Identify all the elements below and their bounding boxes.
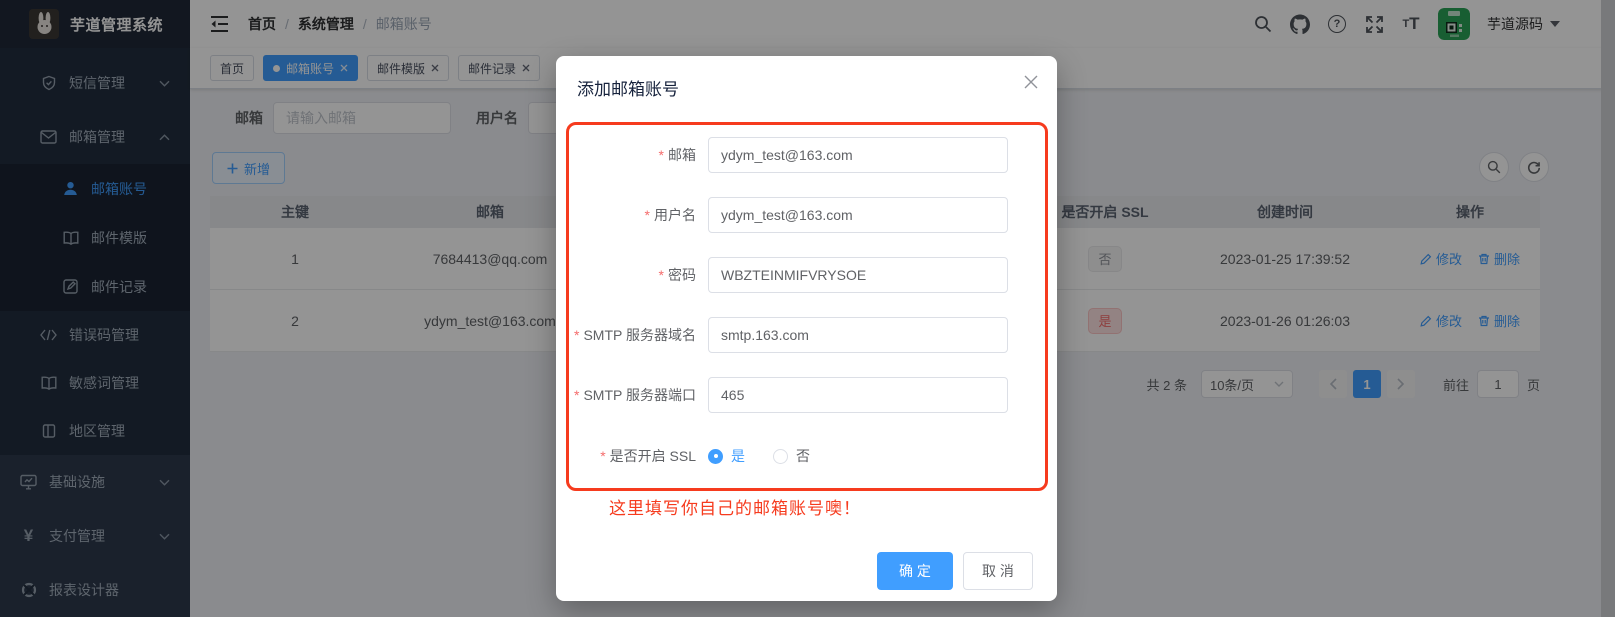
mail-field-input[interactable]: [708, 137, 1008, 173]
mail-field-label: 邮箱: [668, 147, 696, 163]
ssl-field-label: 是否开启 SSL: [610, 448, 696, 464]
radio-unselected-icon: [773, 449, 788, 464]
form-row-ssl: * 是否开启 SSL 是 否: [556, 440, 810, 472]
dialog-title: 添加邮箱账号: [577, 75, 679, 100]
app-root: 芋道管理系统 短信管理 邮箱管理 邮箱账号: [0, 0, 1615, 617]
radio-selected-icon: [708, 449, 723, 464]
smtp-host-field-label: SMTP 服务器域名: [583, 327, 696, 343]
required-marker: *: [659, 147, 664, 163]
required-marker: *: [645, 207, 650, 223]
ssl-radio-yes[interactable]: 是: [708, 446, 745, 466]
username-field-label: 用户名: [654, 207, 696, 223]
form-row-smtp-port: *SMTP 服务器端口: [556, 377, 1008, 413]
form-row-mail: *邮箱: [556, 137, 1008, 173]
add-mail-account-dialog: 添加邮箱账号 *邮箱 *用户名 *密码 *SMTP 服务器域名 *SMTP 服务…: [556, 56, 1057, 601]
password-field-input[interactable]: [708, 257, 1008, 293]
ssl-no-label: 否: [796, 446, 810, 466]
form-row-smtp-host: *SMTP 服务器域名: [556, 317, 1008, 353]
ssl-yes-label: 是: [731, 446, 745, 466]
required-marker: *: [574, 387, 579, 403]
form-row-password: *密码: [556, 257, 1008, 293]
required-marker: *: [574, 327, 579, 343]
confirm-button[interactable]: 确 定: [877, 552, 953, 590]
smtp-port-field-input[interactable]: [708, 377, 1008, 413]
form-row-username: *用户名: [556, 197, 1008, 233]
smtp-host-field-input[interactable]: [708, 317, 1008, 353]
ssl-radio-group: 是 否: [708, 446, 810, 466]
required-marker: *: [659, 267, 664, 283]
cancel-button[interactable]: 取 消: [963, 552, 1033, 590]
red-annotation-box: [566, 122, 1048, 491]
username-field-input[interactable]: [708, 197, 1008, 233]
required-marker: *: [600, 448, 605, 464]
annotation-note: 这里填写你自己的邮箱账号噢！: [609, 494, 861, 519]
smtp-port-field-label: SMTP 服务器端口: [583, 387, 696, 403]
password-field-label: 密码: [668, 267, 696, 283]
close-icon[interactable]: [1021, 72, 1041, 92]
ssl-radio-no[interactable]: 否: [773, 446, 810, 466]
